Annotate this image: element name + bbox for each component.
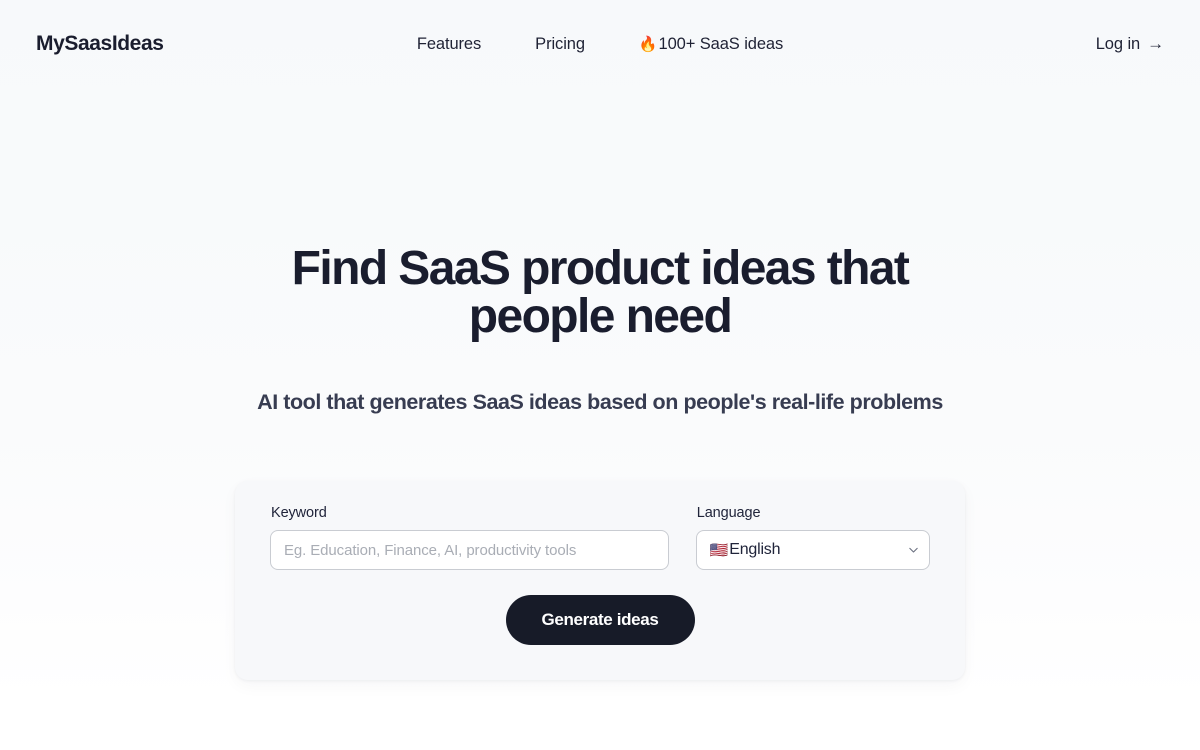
hero-section: Find SaaS product ideas that people need… [0,88,1200,415]
brand-logo[interactable]: MySaasIdeas [36,32,164,56]
us-flag-icon: 🇺🇸 [709,541,729,559]
language-field-group: Language 🇺🇸 English [695,505,930,570]
nav-item-saas-ideas[interactable]: 🔥100+ SaaS ideas [639,35,783,54]
submit-row: Generate ideas [270,595,930,645]
keyword-field-group: Keyword [270,505,669,570]
site-header: MySaasIdeas Features Pricing 🔥100+ SaaS … [0,0,1200,88]
nav-item-saas-ideas-label: 100+ SaaS ideas [658,34,784,53]
language-select-wrapper: 🇺🇸 English [695,530,930,570]
generate-ideas-button[interactable]: Generate ideas [505,595,695,645]
page-title: Find SaaS product ideas that people need [291,242,910,343]
page-subtitle: AI tool that generates SaaS ideas based … [257,390,943,414]
keyword-input[interactable] [270,530,669,570]
idea-generator-form: Keyword Language 🇺🇸English Generate idea… [235,481,965,680]
keyword-label: Keyword [271,505,327,521]
landing-page: MySaasIdeas Features Pricing 🔥100+ SaaS … [0,0,1200,750]
login-link[interactable]: Log in → [1096,35,1164,54]
language-select[interactable]: 🇺🇸 English [695,530,930,570]
nav-item-pricing[interactable]: Pricing [535,35,585,54]
login-label: Log in [1095,34,1141,53]
header-right-actions: Log in → [1096,35,1164,54]
nav-item-features[interactable]: Features [417,35,481,54]
language-label: Language [696,505,761,521]
language-selected-value: English [729,541,781,558]
form-fields-row: Keyword Language 🇺🇸English [270,505,930,570]
arrow-right-icon: → [1147,33,1164,53]
fire-icon: 🔥 [638,34,658,53]
main-navigation: Features Pricing 🔥100+ SaaS ideas [0,0,1200,88]
